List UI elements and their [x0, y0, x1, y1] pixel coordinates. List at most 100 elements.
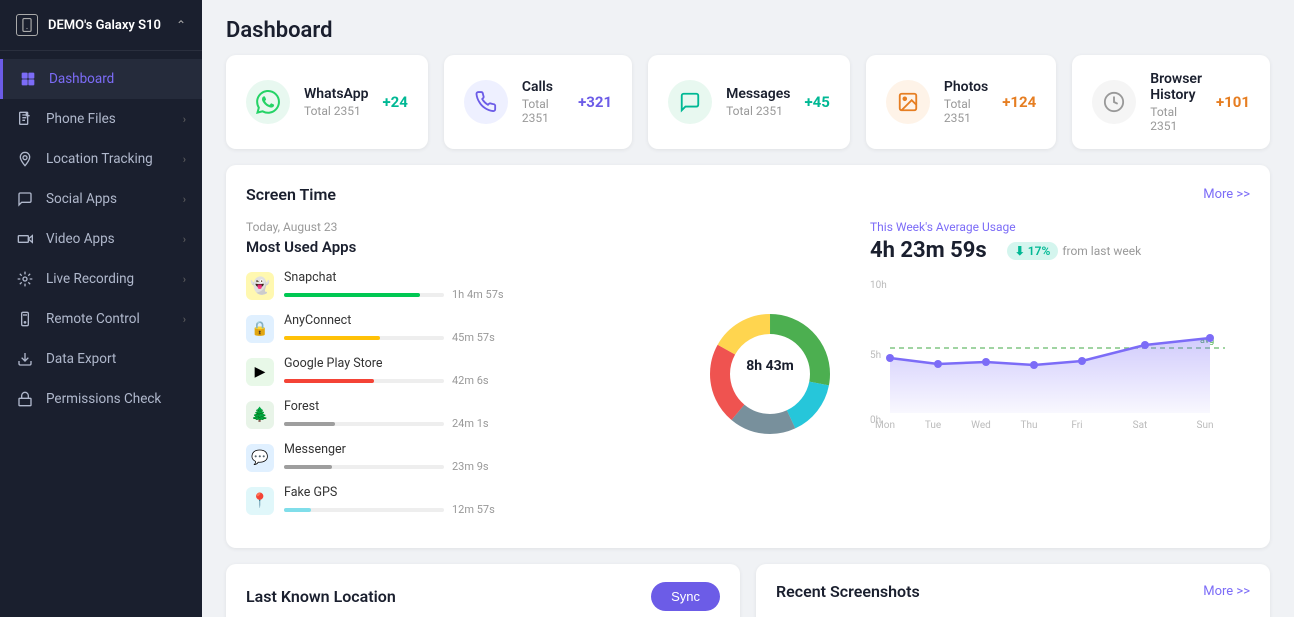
fakegps-bar: 12m 57s: [284, 503, 670, 516]
app-item-messenger: 💬 Messenger 23m 9s: [246, 442, 670, 473]
screen-time-panel: Screen Time More >> Today, August 23 Mos…: [226, 165, 1270, 548]
sidebar-item-label-video: Video Apps: [46, 231, 171, 247]
date-label: Today, August 23: [246, 220, 670, 234]
whatsapp-stat-info: WhatsApp Total 2351: [304, 86, 368, 118]
stat-card-browser[interactable]: Browser History Total 2351 +101: [1072, 55, 1270, 149]
forest-fill: [284, 422, 335, 426]
browser-stat-icon: [1092, 80, 1136, 124]
sync-button[interactable]: Sync: [651, 582, 720, 611]
device-icon: [16, 14, 38, 36]
svg-text:Wed: Wed: [971, 420, 991, 431]
messenger-icon: 💬: [246, 444, 274, 472]
svg-text:Sun: Sun: [1197, 420, 1214, 431]
sidebar-nav: Dashboard Phone Files › Location Trackin…: [0, 51, 202, 617]
sidebar-item-label-recording: Live Recording: [46, 271, 171, 287]
dashboard-icon: [19, 70, 37, 88]
location-header: Last Known Location Sync: [246, 582, 720, 611]
app-item-anyconnect: 🔒 AnyConnect 45m 57s: [246, 313, 670, 344]
messenger-details: Messenger 23m 9s: [284, 442, 670, 473]
chevron-right-icon: ›: [183, 193, 186, 206]
messages-change: +45: [804, 93, 829, 111]
stat-card-whatsapp[interactable]: WhatsApp Total 2351 +24: [226, 55, 428, 149]
google-play-track: [284, 379, 444, 383]
stat-card-photos[interactable]: Photos Total 2351 +124: [866, 55, 1056, 149]
sidebar-collapse-icon[interactable]: ⌃: [176, 18, 186, 32]
forest-icon: 🌲: [246, 401, 274, 429]
chevron-right-icon: ›: [183, 233, 186, 246]
svg-text:Thu: Thu: [1021, 420, 1038, 431]
calls-change: +321: [578, 93, 612, 111]
google-play-fill: [284, 379, 374, 383]
svg-text:Sat: Sat: [1133, 420, 1148, 431]
anyconnect-bar: 45m 57s: [284, 331, 670, 344]
page-header: Dashboard: [202, 0, 1294, 55]
video-icon: [16, 230, 34, 248]
whatsapp-name: WhatsApp: [304, 86, 368, 102]
stat-card-calls[interactable]: Calls Total 2351 +321: [444, 55, 632, 149]
donut-chart: 8h 43m: [690, 220, 850, 528]
photos-change: +124: [1002, 93, 1036, 111]
messenger-name: Messenger: [284, 442, 670, 457]
photos-stat-info: Photos Total 2351: [944, 79, 988, 125]
screen-time-more[interactable]: More >>: [1203, 187, 1250, 202]
weekly-chart-section: This Week's Average Usage 4h 23m 59s ⬇ 1…: [870, 220, 1250, 528]
forest-details: Forest 24m 1s: [284, 399, 670, 430]
browser-change: +101: [1216, 93, 1250, 111]
browser-total: Total 2351: [1150, 105, 1202, 133]
fakegps-time: 12m 57s: [452, 503, 495, 516]
sidebar-item-social-apps[interactable]: Social Apps ›: [0, 179, 202, 219]
google-play-bar: 42m 6s: [284, 374, 670, 387]
change-badge: ⬇ 17%: [1007, 242, 1059, 260]
social-icon: [16, 190, 34, 208]
screenshots-header: Recent Screenshots More >>: [776, 582, 1250, 601]
calls-name: Calls: [522, 79, 564, 95]
screen-time-title: Screen Time: [246, 185, 336, 204]
svg-text:Mon: Mon: [875, 420, 895, 431]
svg-text:Fri: Fri: [1071, 420, 1082, 431]
calls-stat-info: Calls Total 2351: [522, 79, 564, 125]
sidebar-item-live-recording[interactable]: Live Recording ›: [0, 259, 202, 299]
sidebar-item-phone-files[interactable]: Phone Files ›: [0, 99, 202, 139]
snapchat-name: Snapchat: [284, 270, 670, 285]
permissions-icon: [16, 390, 34, 408]
sidebar-item-remote-control[interactable]: Remote Control ›: [0, 299, 202, 339]
messages-stat-icon: [668, 80, 712, 124]
photos-total: Total 2351: [944, 97, 988, 125]
messenger-bar: 23m 9s: [284, 460, 670, 473]
stats-row: WhatsApp Total 2351 +24 Calls Total 2351…: [202, 55, 1294, 165]
sidebar-item-permissions-check[interactable]: Permissions Check: [0, 379, 202, 419]
app-item-google-play: ▶ Google Play Store 42m 6s: [246, 356, 670, 387]
google-play-name: Google Play Store: [284, 356, 670, 371]
chevron-right-icon: ›: [183, 313, 186, 326]
app-item-fakegps: 📍 Fake GPS 12m 57s: [246, 485, 670, 516]
sidebar-item-location-tracking[interactable]: Location Tracking ›: [0, 139, 202, 179]
screen-time-inner: Today, August 23 Most Used Apps 👻 Snapch…: [246, 220, 1250, 528]
export-icon: [16, 350, 34, 368]
calls-total: Total 2351: [522, 97, 564, 125]
recording-icon: [16, 270, 34, 288]
browser-stat-info: Browser History Total 2351: [1150, 71, 1202, 133]
fakegps-fill: [284, 508, 311, 512]
screenshots-more[interactable]: More >>: [1203, 584, 1250, 599]
anyconnect-name: AnyConnect: [284, 313, 670, 328]
apps-section: Today, August 23 Most Used Apps 👻 Snapch…: [246, 220, 670, 528]
anyconnect-icon: 🔒: [246, 315, 274, 343]
whatsapp-change: +24: [382, 93, 407, 111]
fakegps-icon: 📍: [246, 487, 274, 515]
svg-text:8h 43m: 8h 43m: [746, 358, 794, 374]
sidebar-item-dashboard[interactable]: Dashboard: [0, 59, 202, 99]
content-panels: Screen Time More >> Today, August 23 Mos…: [202, 165, 1294, 564]
phone-files-icon: [16, 110, 34, 128]
sidebar-item-label-permissions: Permissions Check: [46, 391, 186, 407]
location-icon: [16, 150, 34, 168]
chevron-right-icon: ›: [183, 273, 186, 286]
stat-card-messages[interactable]: Messages Total 2351 +45: [648, 55, 850, 149]
fakegps-details: Fake GPS 12m 57s: [284, 485, 670, 516]
sidebar-item-video-apps[interactable]: Video Apps ›: [0, 219, 202, 259]
sidebar-header[interactable]: DEMO's Galaxy S10 ⌃: [0, 0, 202, 51]
sidebar-item-data-export[interactable]: Data Export: [0, 339, 202, 379]
whatsapp-total: Total 2351: [304, 104, 368, 118]
messenger-track: [284, 465, 444, 469]
app-item-snapchat: 👻 Snapchat 1h 4m 57s: [246, 270, 670, 301]
messages-stat-info: Messages Total 2351: [726, 86, 790, 118]
